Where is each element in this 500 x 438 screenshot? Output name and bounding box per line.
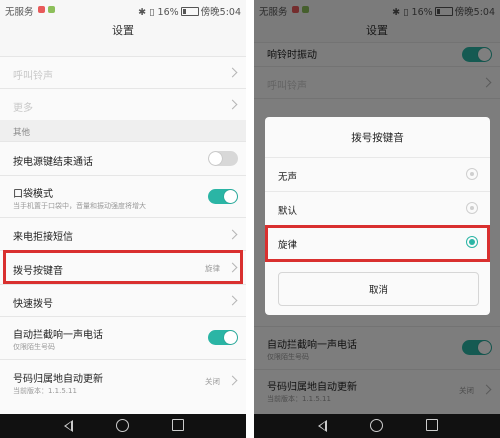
- status-right: ✱ ▯ 16% 傍晚5:04: [138, 4, 241, 18]
- radio-button[interactable]: [466, 202, 478, 214]
- dial-tone-dialog: 拨号按键音 无声 默认 旋律 取消: [265, 117, 490, 315]
- ringtone-row[interactable]: 呼叫铃声: [0, 56, 246, 89]
- dialog-title: 拨号按键音: [351, 132, 404, 144]
- notification-icon: [38, 6, 45, 13]
- reject-sms-row[interactable]: 来电拒接短信: [0, 217, 246, 251]
- chevron-right-icon: [227, 375, 238, 386]
- section-header-other: 其他: [0, 120, 246, 141]
- intercept-toggle[interactable]: [208, 330, 238, 345]
- intercept-description: 仅限陌生号码: [13, 343, 55, 351]
- vibrate-icon: ▯: [149, 7, 155, 18]
- intercept-label: 自动拦截响一声电话: [13, 330, 103, 341]
- speed-dial-label: 快速拨号: [13, 299, 53, 310]
- auto-update-value: 关闭: [205, 377, 220, 386]
- recent-apps-icon[interactable]: [172, 419, 184, 431]
- highlight-box: [3, 250, 243, 284]
- pocket-mode-label: 口袋模式: [13, 189, 53, 200]
- chevron-right-icon: [227, 295, 238, 306]
- clock: 傍晚5:04: [200, 7, 241, 18]
- status-bar: 无服务 ✱ ▯ 16% 傍晚5:04: [0, 0, 246, 20]
- option-label: 无声: [278, 172, 298, 183]
- more-row[interactable]: 更多: [0, 88, 246, 121]
- more-label: 更多: [13, 103, 33, 114]
- cancel-button[interactable]: 取消: [278, 272, 479, 306]
- pocket-mode-description: 当手机置于口袋中，音量和振动强度将增大: [13, 202, 146, 210]
- auto-update-row[interactable]: 号码归属地自动更新 当前版本：1.1.5.11 关闭: [0, 359, 246, 415]
- back-icon[interactable]: [316, 419, 330, 433]
- intercept-row[interactable]: 自动拦截响一声电话 仅限陌生号码: [0, 316, 246, 360]
- recent-apps-icon[interactable]: [426, 419, 438, 431]
- home-icon[interactable]: [116, 419, 129, 432]
- option-silent[interactable]: 无声: [265, 157, 490, 192]
- auto-update-label: 号码归属地自动更新: [13, 374, 103, 385]
- page-title: 设置: [112, 24, 134, 37]
- pocket-mode-toggle[interactable]: [208, 189, 238, 204]
- carrier-label: 无服务: [5, 7, 34, 18]
- option-default[interactable]: 默认: [265, 191, 490, 226]
- bluetooth-icon: ✱: [138, 7, 147, 18]
- power-end-call-label: 按电源键结束通话: [13, 157, 93, 168]
- battery-icon: [180, 7, 199, 16]
- notification-icon: [48, 6, 55, 13]
- chevron-right-icon: [227, 229, 238, 240]
- settings-screen: 无服务 ✱ ▯ 16% 傍晚5:04 设置 呼叫铃声 更多 其他 按电源键结束通话…: [0, 0, 246, 438]
- section-label: 其他: [13, 128, 31, 138]
- home-icon[interactable]: [370, 419, 383, 432]
- ringtone-label: 呼叫铃声: [13, 71, 53, 82]
- navigation-bar: [0, 414, 246, 438]
- navigation-bar: [254, 414, 500, 438]
- radio-button[interactable]: [466, 168, 478, 180]
- power-end-call-row[interactable]: 按电源键结束通话: [0, 141, 246, 176]
- highlight-box: [265, 225, 490, 262]
- dial-tone-dialog-screen: 无服务 ✱ ▯ 16%傍晚5:04 设置 响铃时振动 呼叫铃声 自动拦截响一声电…: [254, 0, 500, 438]
- chevron-right-icon: [227, 99, 238, 110]
- back-icon[interactable]: [62, 419, 76, 433]
- speed-dial-row[interactable]: 快速拨号: [0, 284, 246, 317]
- option-label: 默认: [278, 206, 298, 217]
- battery-percent: 16%: [157, 7, 179, 18]
- cancel-label: 取消: [368, 285, 388, 296]
- pocket-mode-row[interactable]: 口袋模式 当手机置于口袋中，音量和振动强度将增大: [0, 175, 246, 218]
- reject-sms-label: 来电拒接短信: [13, 232, 73, 243]
- power-end-call-toggle[interactable]: [208, 151, 238, 166]
- auto-update-version: 当前版本：1.1.5.11: [13, 387, 77, 395]
- chevron-right-icon: [227, 67, 238, 78]
